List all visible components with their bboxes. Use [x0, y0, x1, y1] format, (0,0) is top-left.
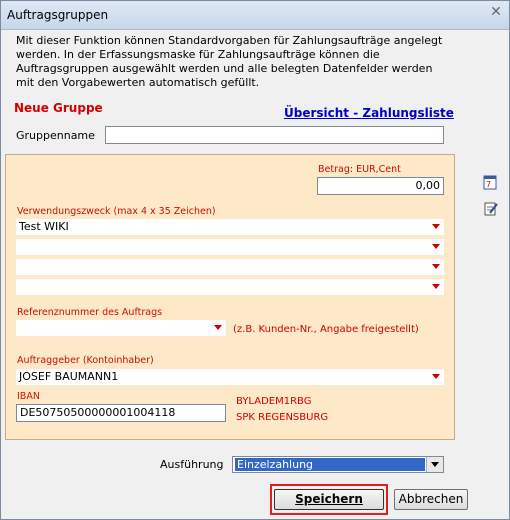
purpose-line-1[interactable]: Test WIKI: [16, 219, 444, 235]
intro-line-2: werden. In der Erfassungsmaske für Zahlu…: [16, 48, 380, 61]
calendar-icon[interactable]: 7: [483, 174, 497, 190]
title-bar: Auftragsgruppen ✕: [1, 1, 509, 30]
chevron-down-icon[interactable]: [432, 284, 440, 289]
svg-text:7: 7: [486, 180, 491, 189]
execution-select[interactable]: Einzelzahlung: [232, 456, 444, 473]
amount-label: Betrag: EUR,Cent: [318, 164, 401, 175]
cancel-button[interactable]: Abbrechen: [394, 489, 468, 510]
window-title: Auftragsgruppen: [7, 8, 109, 22]
intro-text: Mit dieser Funktion können Standardvorga…: [16, 34, 486, 90]
chevron-down-icon[interactable]: [432, 374, 440, 379]
edit-note-icon[interactable]: [484, 201, 498, 216]
payer-combo[interactable]: JOSEF BAUMANN1: [16, 369, 444, 385]
new-group-heading: Neue Gruppe: [14, 101, 103, 115]
chevron-down-icon[interactable]: [426, 457, 443, 472]
chevron-down-icon[interactable]: [432, 224, 440, 229]
bank-name: SPK REGENSBURG: [236, 412, 329, 423]
chevron-down-icon[interactable]: [432, 264, 440, 269]
execution-selected: Einzelzahlung: [235, 458, 425, 471]
group-name-input[interactable]: [105, 126, 444, 144]
payment-defaults-panel: [5, 154, 455, 440]
iban-label: IBAN: [17, 391, 40, 402]
payer-label: Auftraggeber (Kontoinhaber): [17, 355, 154, 366]
intro-line-3: Auftragsgruppen ausgewählt werden und al…: [16, 62, 433, 75]
amount-input[interactable]: 0,00: [317, 177, 444, 195]
close-icon[interactable]: ✕: [489, 5, 503, 19]
execution-label: Ausführung: [160, 458, 224, 471]
reference-label: Referenznummer des Auftrags: [17, 307, 163, 318]
payer-value: JOSEF BAUMANN1: [19, 370, 119, 383]
intro-line-1: Mit dieser Funktion können Standardvorga…: [16, 34, 443, 47]
purpose-line-3[interactable]: [16, 259, 444, 275]
purpose-line-1-value: Test WIKI: [19, 220, 69, 233]
overview-payment-list-link[interactable]: Übersicht - Zahlungsliste: [284, 106, 454, 120]
bic-value: BYLADEM1RBG: [236, 396, 312, 407]
reference-combo[interactable]: [16, 320, 226, 336]
intro-line-4: mit den Vorgabewerten automatisch gefüll…: [16, 76, 260, 89]
group-name-label: Gruppenname: [16, 129, 95, 142]
chevron-down-icon[interactable]: [214, 325, 222, 330]
reference-hint: (z.B. Kunden-Nr., Angabe freigestellt): [233, 324, 419, 335]
iban-input[interactable]: DE50750500000001004118: [16, 404, 226, 422]
chevron-down-icon[interactable]: [432, 244, 440, 249]
save-button[interactable]: Speichern: [274, 489, 384, 510]
purpose-line-4[interactable]: [16, 279, 444, 295]
purpose-label: Verwendungszweck (max 4 x 35 Zeichen): [17, 206, 216, 217]
purpose-line-2[interactable]: [16, 239, 444, 255]
